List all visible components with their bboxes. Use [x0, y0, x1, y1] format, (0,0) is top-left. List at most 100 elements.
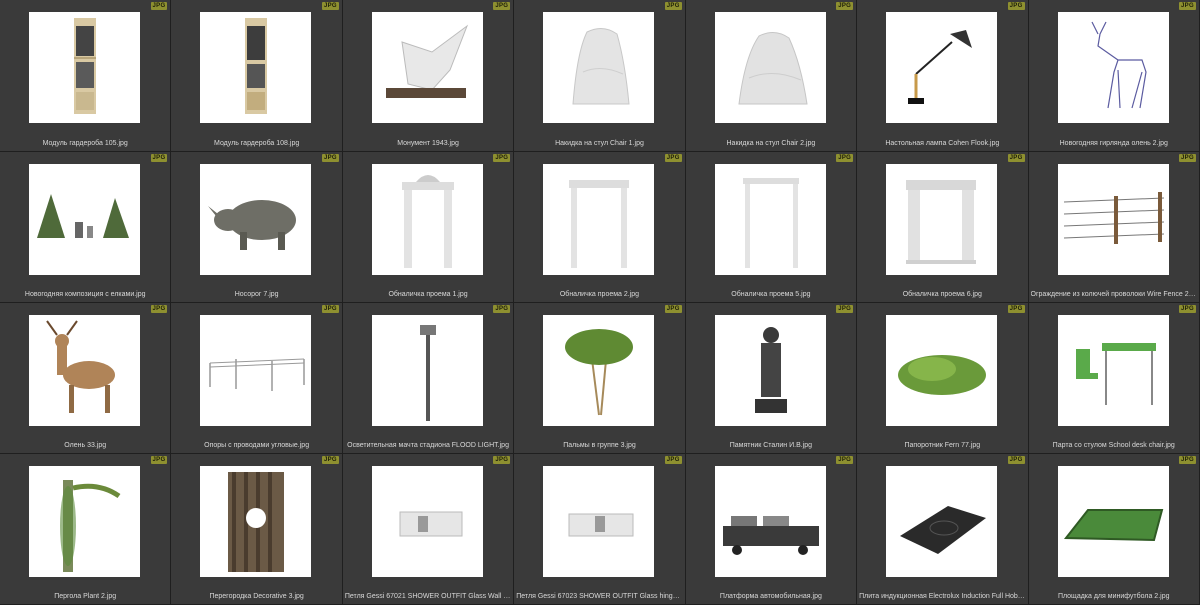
- door-frame-thumbnail: [543, 164, 655, 275]
- file-item[interactable]: JPG Опоры с проводами угловые.jpg: [171, 303, 343, 454]
- file-name: Плита индукционная Electrolux Induction …: [859, 593, 1025, 600]
- file-item[interactable]: JPG Новогодняя гирлянда олень 2.jpg: [1028, 0, 1200, 152]
- file-name: Модуль гардероба 105.jpg: [42, 140, 128, 147]
- fern-thumbnail: [886, 315, 998, 426]
- file-name: Опоры с проводами угловые.jpg: [204, 442, 310, 449]
- file-name: Парта со стулом School desk chair.jpg: [1052, 442, 1175, 449]
- rhino-thumbnail: [200, 164, 312, 275]
- file-item[interactable]: JPG Петля Gessi 67023 SHOWER OUTFIT Glas…: [514, 454, 686, 605]
- file-name: Олень 33.jpg: [64, 442, 107, 449]
- chair-cover-thumbnail: [543, 12, 655, 123]
- file-name: Перегородка Decorative 3.jpg: [209, 593, 304, 600]
- jpg-badge: JPG: [836, 305, 854, 313]
- barbed-wire-fence-thumbnail: [1057, 164, 1169, 275]
- file-item[interactable]: JPG Пальмы в группе 3.jpg: [514, 303, 686, 454]
- jpg-badge: JPG: [664, 456, 682, 464]
- file-name: Осветительная мачта стадиона FLOOD LIGHT…: [347, 442, 509, 449]
- wire-deer-thumbnail: [1057, 12, 1169, 123]
- monument-thumbnail: [371, 12, 483, 123]
- jpg-badge: JPG: [1007, 305, 1025, 313]
- file-name: Обналичка проема 2.jpg: [559, 291, 640, 298]
- glass-hinge-thumbnail: [371, 466, 483, 577]
- file-name: Пергола Plant 2.jpg: [54, 593, 117, 600]
- file-item[interactable]: JPG Монумент 1943.jpg: [342, 0, 515, 152]
- file-item[interactable]: JPG Платформа автомобильная.jpg: [685, 454, 858, 605]
- file-item[interactable]: JPG Перегородка Decorative 3.jpg: [171, 454, 343, 605]
- jpg-badge: JPG: [150, 154, 168, 162]
- jpg-badge: JPG: [493, 2, 511, 10]
- file-name: Петля Gessi 67021 SHOWER OUTFIT Glass Wa…: [344, 593, 511, 600]
- file-name: Папоротник Fern 77.jpg: [904, 442, 981, 449]
- file-name: Накидка на стул Chair 1.jpg: [555, 140, 644, 147]
- jpg-badge: JPG: [150, 2, 168, 10]
- file-grid: JPG Модуль гардероба 105.jpg JPG Модуль …: [0, 0, 1200, 605]
- jpg-badge: JPG: [321, 2, 339, 10]
- file-item[interactable]: JPG Обналичка проема 5.jpg: [685, 152, 858, 303]
- file-item[interactable]: JPG Обналичка проема 1.jpg: [342, 152, 515, 303]
- jpg-badge: JPG: [836, 2, 854, 10]
- file-name: Модуль гардероба 108.jpg: [214, 140, 300, 147]
- file-item[interactable]: JPG Пергола Plant 2.jpg: [0, 454, 172, 605]
- jpg-badge: JPG: [321, 305, 339, 313]
- file-item[interactable]: JPG Модуль гардероба 108.jpg: [171, 0, 343, 152]
- power-poles-thumbnail: [200, 315, 312, 426]
- deer-thumbnail: [29, 315, 140, 426]
- file-item[interactable]: JPG Накидка на стул Chair 1.jpg: [514, 0, 686, 152]
- jpg-badge: JPG: [1007, 154, 1025, 162]
- file-item[interactable]: JPG Модуль гардероба 105.jpg: [0, 0, 172, 152]
- file-name: Новогодняя гирлянда олень 2.jpg: [1059, 140, 1168, 147]
- jpg-badge: JPG: [1179, 2, 1196, 10]
- file-item[interactable]: JPG Плита индукционная Electrolux Induct…: [857, 454, 1029, 605]
- car-platform-thumbnail: [714, 466, 826, 577]
- file-name: Монумент 1943.jpg: [397, 140, 459, 147]
- file-name: Ограждение из колючей проволоки Wire Fen…: [1030, 291, 1197, 298]
- file-name: Накидка на стул Chair 2.jpg: [726, 140, 816, 147]
- file-name: Носорог 7.jpg: [234, 291, 279, 298]
- file-name: Площадка для минифутбола 2.jpg: [1057, 593, 1170, 600]
- mini-football-field-thumbnail: [1057, 466, 1169, 577]
- jpg-badge: JPG: [493, 456, 511, 464]
- file-item[interactable]: JPG Парта со стулом School desk chair.jp…: [1028, 303, 1200, 454]
- door-frame-thumbnail: [714, 164, 826, 275]
- jpg-badge: JPG: [150, 305, 168, 313]
- jpg-badge: JPG: [1007, 456, 1025, 464]
- statue-thumbnail: [714, 315, 826, 426]
- file-name: Платформа автомобильная.jpg: [719, 593, 822, 600]
- file-item[interactable]: JPG Олень 33.jpg: [0, 303, 172, 454]
- file-item[interactable]: JPG Обналичка проема 6.jpg: [857, 152, 1029, 303]
- jpg-badge: JPG: [664, 154, 682, 162]
- door-frame-columns-thumbnail: [886, 164, 998, 275]
- jpg-badge: JPG: [493, 154, 511, 162]
- chair-cover-thumbnail: [714, 12, 826, 123]
- christmas-trees-thumbnail: [29, 164, 140, 275]
- jpg-badge: JPG: [1007, 2, 1025, 10]
- door-frame-ornate-thumbnail: [371, 164, 483, 275]
- file-name: Петля Gessi 67023 SHOWER OUTFIT Glass hi…: [516, 593, 683, 600]
- file-item[interactable]: JPG Новогодняя композиция с елками.jpg: [0, 152, 172, 303]
- file-item[interactable]: JPG Петля Gessi 67021 SHOWER OUTFIT Glas…: [342, 454, 515, 605]
- file-name: Настольная лампа Cohen Flook.jpg: [885, 140, 1000, 147]
- file-item[interactable]: JPG Папоротник Fern 77.jpg: [857, 303, 1029, 454]
- jpg-badge: JPG: [836, 154, 854, 162]
- jpg-badge: JPG: [1179, 154, 1196, 162]
- induction-hob-thumbnail: [886, 466, 998, 577]
- jpg-badge: JPG: [150, 456, 168, 464]
- file-name: Обналичка проема 5.jpg: [731, 291, 811, 298]
- palm-trees-thumbnail: [543, 315, 655, 426]
- wardrobe-module-thumbnail: [29, 12, 140, 123]
- file-item[interactable]: JPG Настольная лампа Cohen Flook.jpg: [857, 0, 1029, 152]
- jpg-badge: JPG: [493, 305, 511, 313]
- pergola-thumbnail: [29, 466, 140, 577]
- jpg-badge: JPG: [321, 456, 339, 464]
- file-item[interactable]: JPG Накидка на стул Chair 2.jpg: [685, 0, 858, 152]
- wardrobe-module-thumbnail: [200, 12, 312, 123]
- jpg-badge: JPG: [321, 154, 339, 162]
- file-item[interactable]: JPG Осветительная мачта стадиона FLOOD L…: [342, 303, 515, 454]
- file-item[interactable]: JPG Памятник Сталин И.В.jpg: [685, 303, 858, 454]
- school-desk-thumbnail: [1057, 315, 1169, 426]
- file-item[interactable]: JPG Носорог 7.jpg: [171, 152, 343, 303]
- file-item[interactable]: JPG Ограждение из колючей проволоки Wire…: [1028, 152, 1200, 303]
- file-item[interactable]: JPG Обналичка проема 2.jpg: [514, 152, 686, 303]
- glass-hinge-thumbnail: [543, 466, 655, 577]
- file-item[interactable]: JPG Площадка для минифутбола 2.jpg: [1028, 454, 1200, 605]
